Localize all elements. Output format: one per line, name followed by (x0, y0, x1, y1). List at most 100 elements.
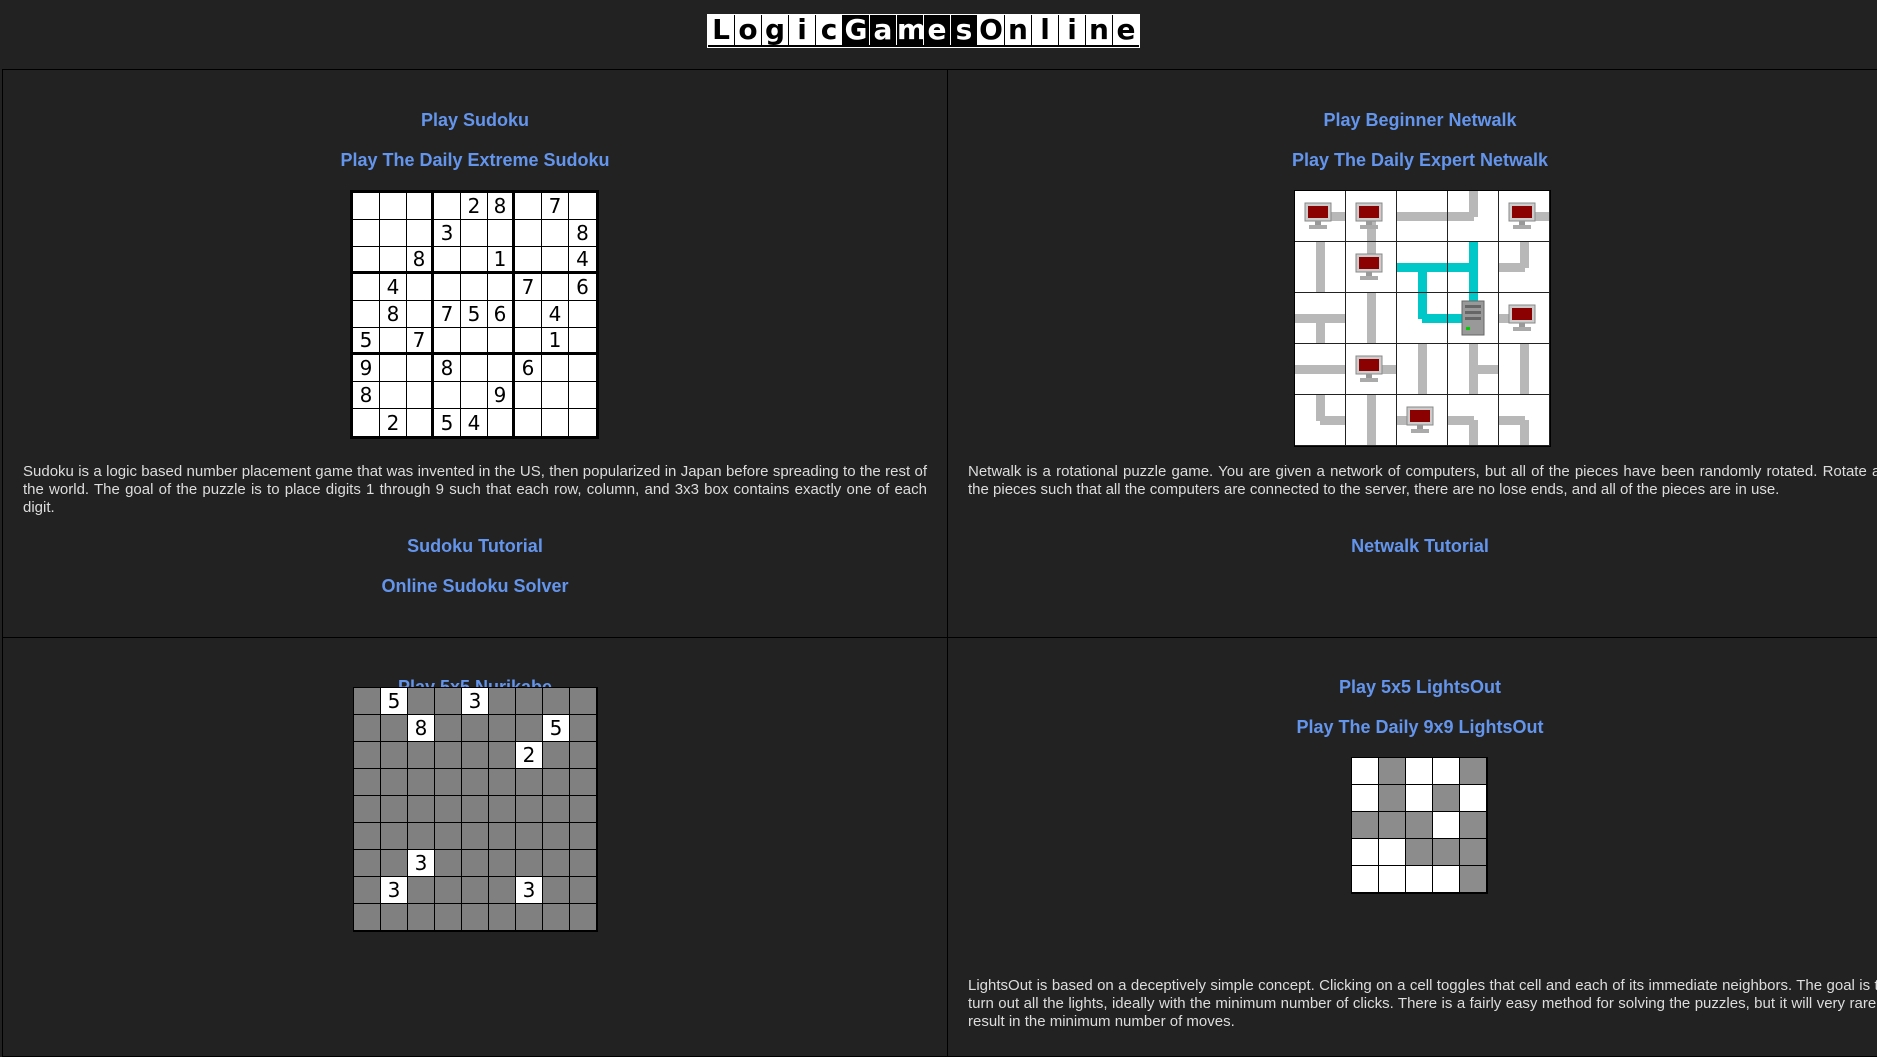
sudoku-cell (488, 409, 515, 436)
sudoku-cell: 4 (542, 301, 569, 328)
sudoku-cell: 7 (407, 328, 434, 355)
nurikabe-cell (408, 742, 435, 769)
pipe-tile (1346, 293, 1397, 344)
sudoku-cell: 5 (434, 409, 461, 436)
nurikabe-cell (435, 877, 462, 904)
netwalk-preview-board[interactable] (1294, 190, 1551, 447)
sudoku-cell: 8 (488, 193, 515, 220)
nurikabe-cell (462, 715, 489, 742)
sudoku-cell (542, 220, 569, 247)
nurikabe-cell (570, 877, 597, 904)
nurikabe-cell (489, 742, 516, 769)
sudoku-cell: 4 (461, 409, 488, 436)
nurikabe-cell (354, 715, 381, 742)
lightsout-cell (1406, 758, 1433, 785)
computer-icon (1346, 344, 1397, 395)
nurikabe-preview-board[interactable]: 53852333 (353, 687, 598, 932)
sudoku-cell (407, 355, 434, 382)
sudoku-cell (353, 274, 380, 301)
sudoku-cell: 9 (488, 382, 515, 409)
sudoku-cell (515, 247, 542, 274)
sudoku-cell: 4 (380, 274, 407, 301)
sudoku-cell: 5 (353, 328, 380, 355)
lightsout-cell (1406, 785, 1433, 812)
sudoku-cell (542, 274, 569, 301)
nurikabe-cell (489, 715, 516, 742)
lightsout-cell (1433, 839, 1460, 866)
nurikabe-cell (354, 850, 381, 877)
nurikabe-cell (354, 796, 381, 823)
sudoku-cell (434, 193, 461, 220)
netwalk-tutorial-link[interactable]: Netwalk Tutorial (948, 536, 1877, 557)
computer-icon (1295, 191, 1346, 242)
sudoku-cell (380, 355, 407, 382)
logo-letter: s (951, 15, 978, 45)
netwalk-description: Netwalk is a rotational puzzle game. You… (968, 463, 1877, 498)
logo-letter: i (1059, 15, 1086, 45)
nurikabe-cell (516, 904, 543, 931)
nurikabe-cell: 5 (381, 688, 408, 715)
sudoku-cell: 8 (407, 247, 434, 274)
sudoku-cell (569, 193, 596, 220)
lightsout-cell (1460, 866, 1487, 893)
site-logo[interactable]: LogicGamesOnline (707, 14, 1140, 48)
lightsout-cell (1406, 839, 1433, 866)
pipe-tile (1499, 395, 1550, 446)
logo-letter: n (1005, 15, 1032, 45)
nurikabe-cell (408, 796, 435, 823)
nurikabe-cell (381, 742, 408, 769)
sudoku-cell: 8 (353, 382, 380, 409)
pipe-tile (1295, 293, 1346, 344)
logo-letter: e (924, 15, 951, 45)
play-netwalk-link[interactable]: Play Beginner Netwalk (948, 110, 1877, 131)
logo-letter: O (978, 15, 1005, 45)
nurikabe-cell (570, 823, 597, 850)
nurikabe-cell: 3 (462, 688, 489, 715)
sudoku-preview-board[interactable]: 287388144768756457198689254 (350, 190, 599, 439)
nurikabe-cell (543, 769, 570, 796)
sudoku-cell (515, 193, 542, 220)
nurikabe-cell (435, 688, 462, 715)
logo-letter: n (1086, 15, 1113, 45)
logo-letter: G (843, 15, 870, 45)
sudoku-cell: 2 (380, 409, 407, 436)
play-sudoku-link[interactable]: Play Sudoku (3, 110, 947, 131)
lightsout-cell (1352, 758, 1379, 785)
sudoku-cell (407, 301, 434, 328)
daily-lightsout-link[interactable]: Play The Daily 9x9 LightsOut (948, 717, 1877, 738)
pipe-tile (1448, 395, 1499, 446)
sudoku-cell: 7 (434, 301, 461, 328)
sudoku-cell (569, 328, 596, 355)
daily-expert-netwalk-link[interactable]: Play The Daily Expert Netwalk (948, 150, 1877, 171)
sudoku-cell (380, 247, 407, 274)
sudoku-cell (569, 355, 596, 382)
nurikabe-cell (435, 823, 462, 850)
logo-letter: m (897, 13, 927, 46)
sudoku-solver-link[interactable]: Online Sudoku Solver (3, 576, 947, 597)
nurikabe-cell (354, 904, 381, 931)
pipe-tile (1499, 242, 1550, 293)
lightsout-preview-board[interactable] (1351, 757, 1488, 894)
nurikabe-cell (543, 823, 570, 850)
sudoku-cell: 2 (461, 193, 488, 220)
games-grid: Play Sudoku Play The Daily Extreme Sudok… (2, 69, 1877, 1057)
logo-letter: l (1032, 15, 1059, 45)
sudoku-panel: Play Sudoku Play The Daily Extreme Sudok… (2, 70, 948, 638)
nurikabe-cell (543, 742, 570, 769)
pipe-tile (1448, 242, 1499, 293)
nurikabe-cell (462, 823, 489, 850)
nurikabe-cell (489, 850, 516, 877)
nurikabe-cell (462, 796, 489, 823)
daily-extreme-sudoku-link[interactable]: Play The Daily Extreme Sudoku (3, 150, 947, 171)
sudoku-cell (488, 355, 515, 382)
lightsout-cell (1379, 758, 1406, 785)
lightsout-cell (1433, 866, 1460, 893)
play-lightsout-link[interactable]: Play 5x5 LightsOut (948, 677, 1877, 698)
pipe-tile (1397, 191, 1448, 242)
nurikabe-cell (408, 877, 435, 904)
nurikabe-cell (570, 769, 597, 796)
netwalk-panel: Play Beginner Netwalk Play The Daily Exp… (947, 70, 1877, 638)
nurikabe-cell (462, 877, 489, 904)
sudoku-cell (407, 382, 434, 409)
sudoku-tutorial-link[interactable]: Sudoku Tutorial (3, 536, 947, 557)
